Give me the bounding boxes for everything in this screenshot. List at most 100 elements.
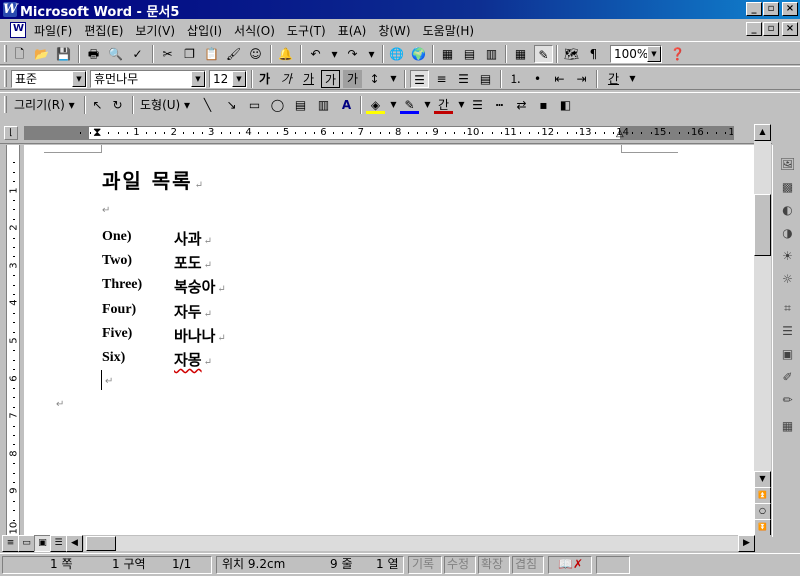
more-brightness-icon[interactable]: ☀	[778, 247, 797, 266]
phonetic-guide-button[interactable]: ↕	[365, 70, 384, 88]
horizontal-scrollbar[interactable]: ≡ ▭ ▣ ☰ ◀ ▶	[0, 535, 772, 552]
distribute-button[interactable]: ▤	[476, 70, 495, 88]
smiley-icon[interactable]: ☺	[246, 45, 265, 63]
copy-icon[interactable]: ❐	[180, 45, 199, 63]
less-contrast-icon[interactable]: ◑	[778, 224, 797, 243]
set-transparent-color-icon[interactable]: ✏	[778, 391, 797, 410]
print-preview-icon[interactable]: 🔍	[106, 45, 125, 63]
undo-icon[interactable]: ↶	[306, 45, 325, 63]
font-combo[interactable]: 휴먼나무 ▼	[90, 70, 206, 88]
menu-help[interactable]: 도움말(H)	[423, 22, 475, 39]
scroll-down-icon[interactable]: ▼	[754, 471, 771, 488]
arrow-icon[interactable]: ↘	[222, 96, 241, 114]
rectangle-icon[interactable]: ▭	[245, 96, 264, 114]
status-track-changes[interactable]: 수정	[447, 556, 469, 573]
previous-page-icon[interactable]: ⏫	[754, 487, 771, 504]
word-app-icon[interactable]: W	[3, 2, 18, 17]
menu-view[interactable]: 보기(V)	[135, 22, 175, 39]
more-contrast-icon[interactable]: ◐	[778, 201, 797, 220]
reset-picture-icon[interactable]: ▦	[778, 417, 797, 436]
new-document-icon[interactable]: 🗋	[10, 45, 29, 63]
vertical-ruler[interactable]: 1 2 3 4 5 6 7 8 9 10	[0, 145, 24, 535]
redo-dropdown-icon[interactable]: ▾	[362, 45, 381, 63]
web-layout-view-icon[interactable]: ▭	[18, 535, 35, 552]
align-center-button[interactable]: ≡	[432, 70, 451, 88]
line-style-icon[interactable]: ☰	[778, 322, 797, 341]
print-layout-view-icon[interactable]: ▣	[34, 535, 51, 552]
menu-tools[interactable]: 도구(T)	[287, 22, 326, 39]
undo-dropdown-icon[interactable]: ▾	[325, 45, 344, 63]
insert-table-icon[interactable]: ▤	[460, 45, 479, 63]
save-icon[interactable]: 💾	[54, 45, 73, 63]
decrease-indent-button[interactable]: ⇤	[550, 70, 569, 88]
underline-button[interactable]: 가	[299, 70, 318, 88]
hscroll-thumb[interactable]	[86, 536, 116, 551]
line-color-icon[interactable]: ✎	[400, 96, 419, 114]
status-overtype[interactable]: 겹침	[515, 556, 537, 573]
font-color-button[interactable]: 간	[604, 70, 623, 88]
tab-selector-icon[interactable]: ⌊	[4, 126, 18, 140]
next-page-icon[interactable]: ⏬	[754, 519, 771, 536]
bell-icon[interactable]: 🔔	[276, 45, 295, 63]
open-folder-icon[interactable]: 📂	[32, 45, 51, 63]
3d-icon[interactable]: ◧	[556, 96, 575, 114]
doc-close-button[interactable]: ×	[782, 22, 798, 36]
chevron-down-icon[interactable]: ▼	[191, 71, 205, 87]
autoshapes-menu-button[interactable]: 도형(U) ▾	[140, 96, 190, 114]
scroll-right-icon[interactable]: ▶	[738, 535, 755, 552]
bullets-button[interactable]: •	[528, 70, 547, 88]
dash-style-icon[interactable]: ┅	[490, 96, 509, 114]
text-wrapping-icon[interactable]: ▣	[778, 345, 797, 364]
style-combo[interactable]: 표준 ▼	[11, 70, 87, 88]
document-map-icon[interactable]: 🗺	[562, 45, 581, 63]
select-objects-icon[interactable]: ↖	[88, 96, 107, 114]
fill-color-icon[interactable]: ◈	[366, 96, 385, 114]
indent-marker-icon[interactable]: ⧗	[93, 127, 101, 139]
horizontal-ruler[interactable]: ⌊ 1234567891011121314151617⧗△	[0, 122, 772, 144]
insert-picture-icon[interactable]: 🖼	[778, 155, 797, 174]
zoom-combo[interactable]: 100% ▼	[610, 45, 662, 63]
numbering-button[interactable]: ⒈	[506, 70, 525, 88]
columns-icon[interactable]: ▦	[511, 45, 530, 63]
spelling-icon[interactable]: ✓	[128, 45, 147, 63]
cut-icon[interactable]: ✂	[158, 45, 177, 63]
chevron-down-icon[interactable]: ▼	[647, 46, 661, 62]
bold-button[interactable]: 가	[255, 70, 274, 88]
status-record[interactable]: 기록	[412, 556, 434, 573]
vertical-scrollbar[interactable]: ▲ ▼ ⏫ ○ ⏬	[754, 124, 771, 536]
line-icon[interactable]: ╲	[198, 96, 217, 114]
oval-icon[interactable]: ◯	[268, 96, 287, 114]
chevron-down-icon[interactable]: ▼	[232, 71, 246, 87]
doc-restore-button[interactable]: ▫	[763, 22, 779, 36]
select-browse-object-icon[interactable]: ○	[754, 503, 771, 520]
menu-format[interactable]: 서식(O)	[234, 22, 275, 39]
document-page[interactable]: 과일 목록 ↵ ↵ One) 사과 ↵ Two) 포도 ↵ Three) 복숭아 ↵ F…	[24, 145, 754, 536]
menu-insert[interactable]: 삽입(I)	[187, 22, 222, 39]
italic-button[interactable]: 가	[277, 70, 296, 88]
image-control-icon[interactable]: ▩	[778, 178, 797, 197]
menu-file[interactable]: 파일(F)	[34, 22, 72, 39]
shadow-icon[interactable]: ▪	[534, 96, 553, 114]
doc-minimize-button[interactable]: _	[746, 22, 762, 36]
menu-window[interactable]: 창(W)	[378, 22, 410, 39]
hyperlink-icon[interactable]: 🌐	[387, 45, 406, 63]
restore-button[interactable]: ▫	[763, 2, 779, 16]
minimize-button[interactable]: _	[746, 2, 762, 16]
vertical-text-box-icon[interactable]: ▥	[314, 96, 333, 114]
right-indent-marker-icon[interactable]: △	[616, 128, 624, 139]
crop-icon[interactable]: ⌗	[778, 299, 797, 318]
scroll-up-icon[interactable]: ▲	[754, 124, 771, 141]
web-toolbar-icon[interactable]: 🌍	[409, 45, 428, 63]
draw-menu-button[interactable]: 그리기(R) ▾	[14, 96, 75, 114]
chevron-down-icon[interactable]: ▼	[72, 71, 86, 87]
less-brightness-icon[interactable]: ☼	[778, 270, 797, 289]
document-icon[interactable]	[10, 22, 26, 38]
status-extend[interactable]: 확장	[481, 556, 503, 573]
character-shading-button[interactable]: 가	[343, 70, 362, 88]
free-rotate-icon[interactable]: ↻	[108, 96, 127, 114]
increase-indent-button[interactable]: ⇥	[572, 70, 591, 88]
wordart-icon[interactable]: A	[337, 96, 356, 114]
line-style-icon[interactable]: ☰	[468, 96, 487, 114]
character-border-button[interactable]: 가	[321, 70, 340, 88]
chevron-down-icon[interactable]: ▼	[384, 70, 403, 88]
